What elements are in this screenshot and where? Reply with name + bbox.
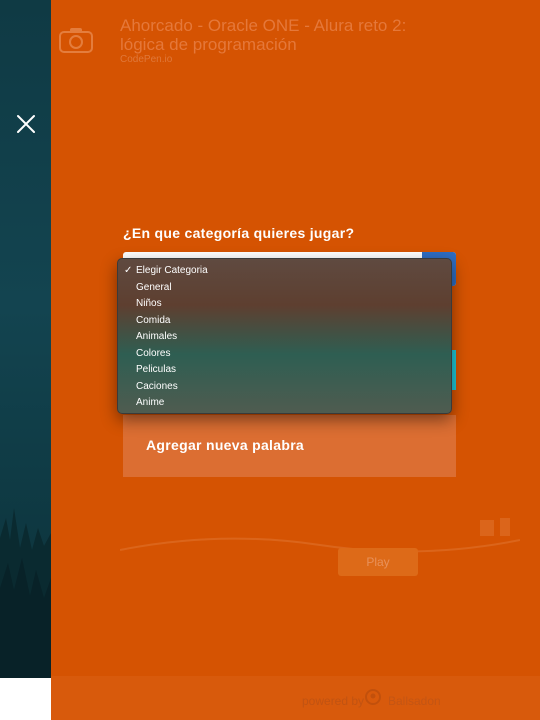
dropdown-option[interactable]: General bbox=[118, 280, 451, 297]
close-button[interactable] bbox=[14, 112, 38, 136]
dropdown-option[interactable]: Anime bbox=[118, 395, 451, 412]
background-game-art bbox=[120, 518, 520, 553]
forest-trees-icon bbox=[0, 508, 51, 678]
background-forest-strip bbox=[0, 0, 51, 678]
start-button-accent bbox=[452, 350, 456, 390]
category-question: ¿En que categoría quieres jugar? bbox=[123, 225, 355, 241]
background-page-subtitle: CodePen.io bbox=[120, 54, 173, 65]
dropdown-option[interactable]: Comida bbox=[118, 313, 451, 330]
dropdown-option[interactable]: Peliculas bbox=[118, 362, 451, 379]
left-bottom-gap bbox=[0, 678, 51, 720]
footer-bar bbox=[51, 676, 540, 720]
close-icon bbox=[17, 115, 35, 133]
background-page-title: Ahorcado - Oracle ONE - Alura reto 2: ló… bbox=[120, 16, 407, 54]
dropdown-option[interactable]: Caciones bbox=[118, 379, 451, 396]
checkmark-icon: ✓ bbox=[124, 265, 133, 276]
add-word-button[interactable]: Agregar nueva palabra bbox=[123, 415, 456, 477]
background-play-button: Play bbox=[338, 548, 418, 576]
camera-logo-icon bbox=[59, 28, 93, 53]
dropdown-option[interactable]: ✓ Elegir Categoria bbox=[118, 263, 451, 280]
dropdown-option[interactable]: Colores bbox=[118, 346, 451, 363]
category-dropdown-menu[interactable]: ✓ Elegir Categoria General Niños Comida … bbox=[117, 258, 452, 414]
dropdown-option[interactable]: Animales bbox=[118, 329, 451, 346]
brand-logo-icon bbox=[365, 689, 381, 705]
powered-by-brand: Ballsadon bbox=[388, 694, 441, 708]
dropdown-option[interactable]: Niños bbox=[118, 296, 451, 313]
powered-by-text: powered by bbox=[302, 694, 365, 708]
